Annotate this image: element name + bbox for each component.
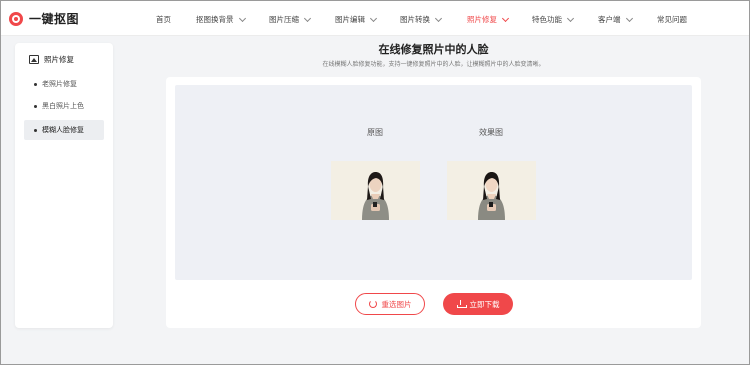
chevron-down-icon: [303, 14, 312, 22]
app-window: 一键抠图 首页 抠图换背景 图片压缩 图片编辑 图片转换 照片修复 特色功能 客…: [0, 0, 750, 365]
nav-item-label: 图片转换: [400, 15, 430, 24]
sidebar-title: 照片修复: [44, 55, 74, 64]
nav-item-label: 特色功能: [532, 15, 562, 24]
download-button[interactable]: 立即下载: [443, 293, 513, 315]
page-title: 在线修复照片中的人脸: [378, 43, 489, 56]
nav-item-photo-repair[interactable]: 照片修复: [467, 14, 510, 25]
refresh-icon: [368, 300, 377, 308]
sidebar-item-label: 模糊人脸修复: [42, 126, 84, 134]
original-photo: [331, 161, 420, 220]
nav-item-features[interactable]: 特色功能: [532, 14, 575, 25]
brand-name: 一键抠图: [29, 12, 80, 26]
chevron-down-icon: [501, 14, 510, 22]
logo-icon: [9, 11, 23, 26]
nav-item-label: 图片编辑: [335, 15, 365, 24]
result-photo: [447, 161, 536, 220]
preview-area: [175, 85, 692, 280]
nav-item-home[interactable]: 首页: [156, 14, 171, 25]
bullet-icon: [34, 82, 37, 86]
chevron-down-icon: [238, 14, 246, 22]
sidebar-header: 照片修复: [29, 54, 74, 65]
download-icon: [456, 300, 467, 308]
nav-item-label: 客户端: [598, 15, 621, 24]
sidebar-item-old-photo-repair[interactable]: 老照片修复: [24, 74, 104, 94]
chevron-down-icon: [566, 14, 575, 22]
nav-item-label: 抠图换背景: [196, 15, 234, 24]
nav-item-label: 常见问题: [657, 15, 687, 24]
bullet-icon: [34, 104, 37, 108]
nav-item-label: 首页: [156, 15, 171, 24]
top-navigation-bar: 一键抠图 首页 抠图换背景 图片压缩 图片编辑 图片转换 照片修复 特色功能 客…: [1, 1, 749, 36]
image-icon: [29, 55, 39, 64]
nav-item-faq[interactable]: 常见问题: [657, 14, 687, 25]
reselect-label: 重选图片: [381, 299, 412, 309]
sidebar-item-colorize[interactable]: 黑白照片上色: [24, 96, 104, 116]
nav-item-label: 照片修复: [467, 15, 497, 24]
nav-item-convert[interactable]: 图片转换: [400, 14, 443, 25]
sidebar-item-label: 老照片修复: [42, 80, 77, 88]
chevron-down-icon: [434, 14, 443, 22]
nav-item-label: 图片压缩: [269, 15, 299, 24]
sidebar-item-label: 黑白照片上色: [42, 102, 84, 110]
nav-item-compress[interactable]: 图片压缩: [269, 14, 312, 25]
sidebar: 照片修复 老照片修复 黑白照片上色 模糊人脸修复: [15, 43, 113, 328]
chevron-down-icon: [625, 14, 633, 22]
nav-item-edit[interactable]: 图片编辑: [335, 14, 378, 25]
brand-logo[interactable]: 一键抠图: [9, 10, 79, 27]
sidebar-item-face-repair[interactable]: 模糊人脸修复: [24, 120, 104, 140]
download-label: 立即下载: [469, 299, 500, 309]
chevron-down-icon: [369, 14, 378, 22]
bullet-icon: [34, 128, 37, 132]
reselect-image-button[interactable]: 重选图片: [355, 293, 425, 315]
original-label: 原图: [367, 128, 383, 137]
result-label: 效果图: [479, 128, 503, 137]
nav-item-client[interactable]: 客户端: [598, 14, 633, 25]
nav-item-cutout[interactable]: 抠图换背景: [196, 14, 246, 25]
page-subtitle: 在线模糊人脸修复功能，支持一键修复照片中的人脸，让模糊照片中的人脸变清晰。: [322, 61, 545, 68]
